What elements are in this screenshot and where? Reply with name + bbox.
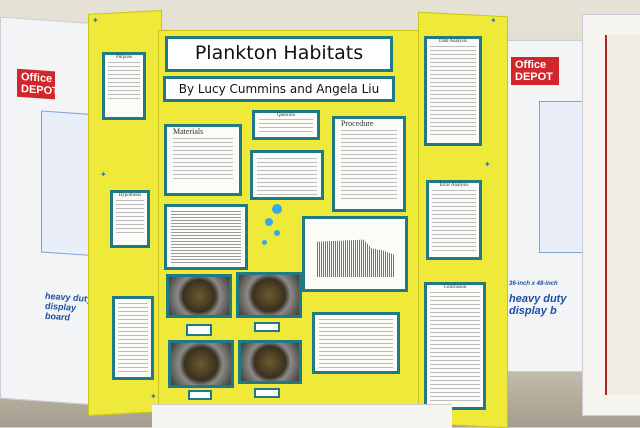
error-analysis-text-lines bbox=[432, 190, 476, 252]
petri-dish-photo-1 bbox=[166, 274, 232, 318]
star-decoration: ✦ bbox=[150, 392, 157, 401]
error-analysis-heading: Error Analysis bbox=[439, 183, 469, 188]
summary-table-card bbox=[312, 312, 400, 374]
right-board-figure bbox=[539, 101, 587, 253]
error-analysis-card: Error Analysis bbox=[426, 180, 482, 260]
procedure-heading: Procedure bbox=[341, 119, 374, 128]
question-heading: Question bbox=[276, 113, 296, 118]
summary-table-lines bbox=[319, 319, 393, 369]
abstract-card bbox=[250, 150, 324, 200]
materials-card: Materials bbox=[164, 124, 242, 196]
graph-plot-area bbox=[317, 239, 395, 277]
petri-dish-photo-3 bbox=[168, 340, 234, 388]
bubble-decoration bbox=[262, 240, 267, 245]
procedure-card: Procedure bbox=[332, 116, 406, 212]
hypothesis-text-lines bbox=[116, 200, 144, 236]
title-card: Plankton Habitats bbox=[165, 36, 393, 72]
materials-heading: Materials bbox=[173, 127, 204, 136]
data-analysis-text-lines bbox=[430, 46, 476, 136]
left-bottom-text-lines bbox=[118, 303, 148, 373]
data-table-card bbox=[164, 204, 248, 270]
bubble-decoration bbox=[265, 218, 273, 226]
abstract-text-lines bbox=[257, 158, 317, 196]
papers-on-table bbox=[152, 404, 452, 428]
right-board-product-text: heavy duty display b bbox=[509, 293, 567, 317]
star-decoration: ✦ bbox=[484, 160, 491, 169]
petri-dish-photo-4 bbox=[238, 340, 302, 384]
hypothesis-heading: Hypothesis bbox=[118, 193, 142, 198]
left-board-figure bbox=[41, 110, 89, 256]
data-table-lines bbox=[171, 211, 241, 263]
board-title: Plankton Habitats bbox=[194, 42, 364, 64]
board-authors: By Lucy Cummins and Angela Liu bbox=[178, 82, 380, 96]
question-card: Question bbox=[252, 110, 320, 140]
conclusion-heading: Conclusion bbox=[443, 285, 467, 290]
question-text-lines bbox=[259, 119, 313, 133]
bubble-decoration bbox=[274, 230, 280, 236]
purpose-card: Purpose bbox=[102, 52, 146, 120]
authors-card: By Lucy Cummins and Angela Liu bbox=[163, 76, 395, 102]
photo-caption-4 bbox=[254, 388, 280, 398]
photo-caption-1 bbox=[186, 324, 212, 336]
photo-caption-2 bbox=[254, 322, 280, 332]
conclusion-card: Conclusion bbox=[424, 282, 486, 410]
materials-text-lines bbox=[173, 138, 233, 182]
bubble-decoration bbox=[272, 204, 282, 214]
data-analysis-card: Data Analysis bbox=[424, 36, 482, 146]
petri-dish-photo-2 bbox=[236, 272, 302, 318]
left-display-board: Office DEPOT heavy duty display board bbox=[0, 16, 98, 406]
far-right-display-board bbox=[582, 14, 640, 416]
photo-caption-3 bbox=[188, 390, 212, 400]
data-analysis-heading: Data Analysis bbox=[439, 39, 467, 44]
graph-card bbox=[302, 216, 408, 292]
brand-logo-right: Office DEPOT bbox=[511, 57, 559, 85]
left-bottom-card bbox=[112, 296, 154, 380]
purpose-heading: Purpose bbox=[115, 55, 133, 60]
star-decoration: ✦ bbox=[92, 16, 99, 25]
purpose-text-lines bbox=[108, 62, 140, 102]
right-board-size-text: 36-inch x 48-inch bbox=[509, 281, 558, 287]
far-right-board-panel bbox=[605, 35, 640, 395]
brand-logo-left: Office DEPOT bbox=[17, 68, 59, 100]
star-decoration: ✦ bbox=[100, 170, 107, 179]
star-decoration: ✦ bbox=[490, 16, 497, 25]
hypothesis-card: Hypothesis bbox=[110, 190, 150, 248]
procedure-text-lines bbox=[341, 130, 397, 200]
right-display-board: Office DEPOT 36-inch x 48-inch heavy dut… bbox=[504, 40, 590, 372]
conclusion-text-lines bbox=[430, 292, 480, 402]
